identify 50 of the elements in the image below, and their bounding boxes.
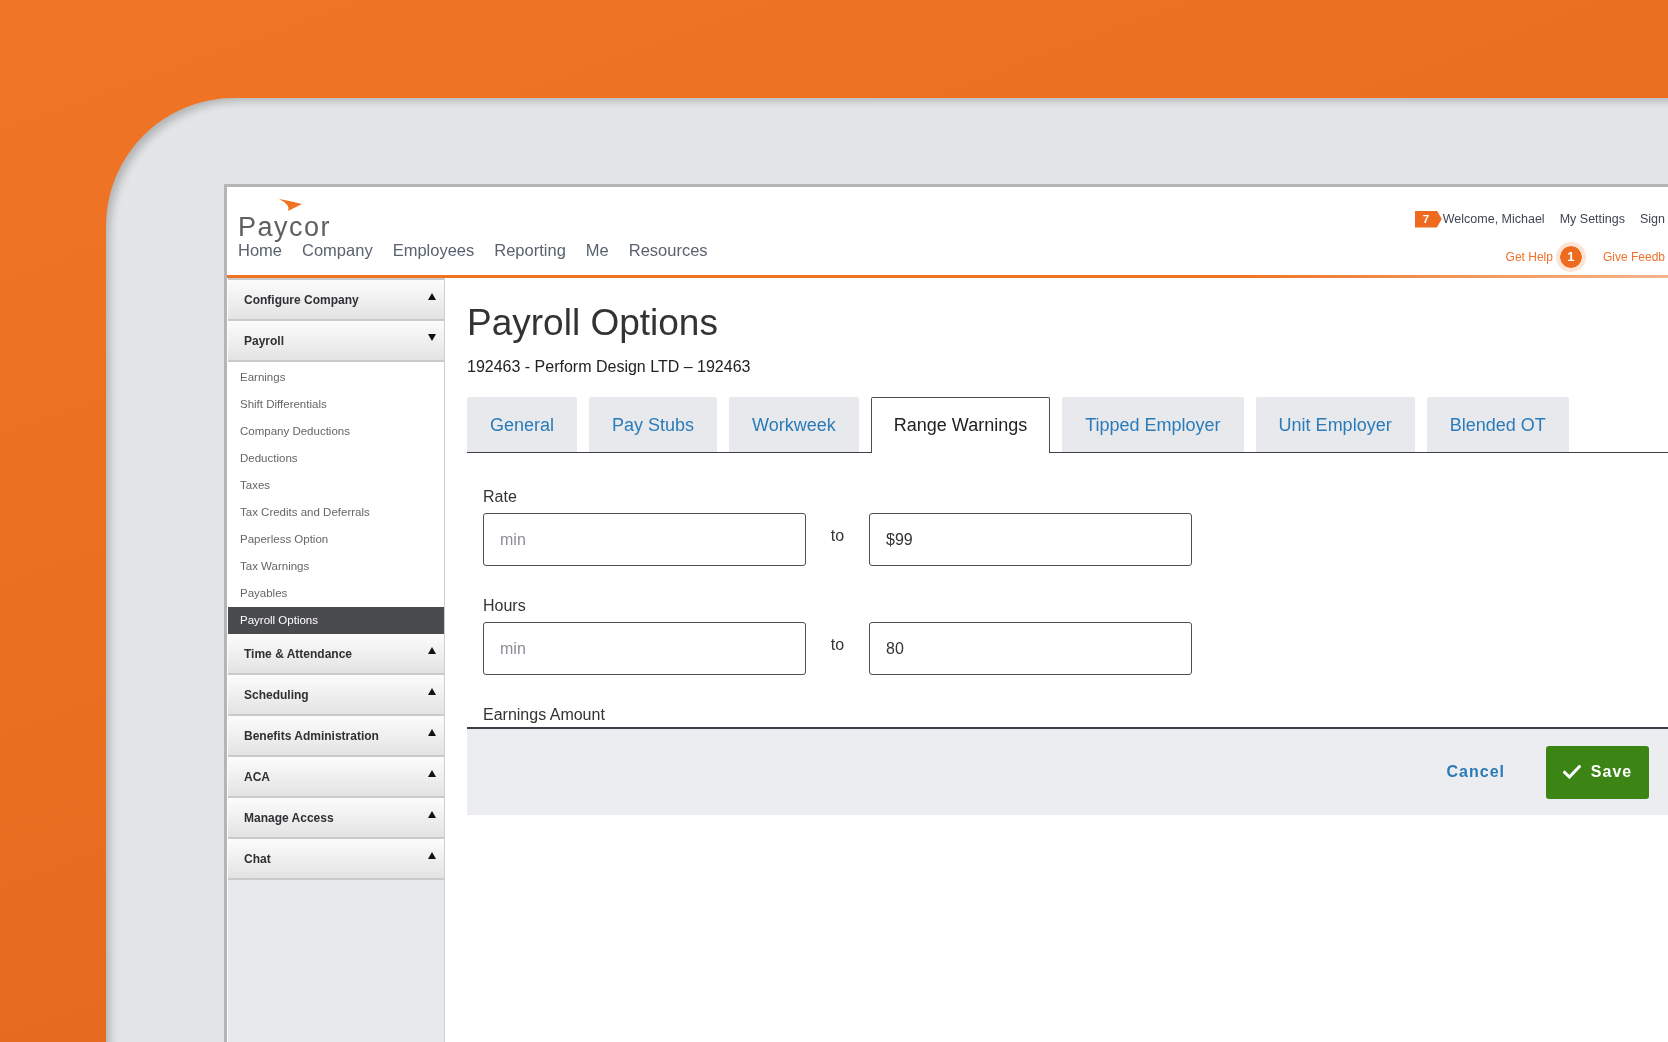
tab[interactable]: General — [467, 397, 578, 452]
nav-link[interactable]: Resources — [628, 240, 708, 260]
nav-link[interactable]: Me — [585, 240, 609, 260]
max-input-field[interactable]: $99 — [869, 513, 1192, 566]
sidebar-item[interactable]: Tax Warnings — [228, 553, 444, 580]
nav-link[interactable]: Reporting — [494, 240, 566, 260]
sidebar-section[interactable]: Manage Access — [228, 798, 444, 839]
sidebar-section[interactable]: Scheduling — [228, 675, 444, 716]
nav-link[interactable]: Employees — [392, 240, 475, 260]
tab[interactable]: Workweek — [729, 397, 859, 452]
min-input-field[interactable]: min — [483, 622, 806, 675]
swoosh-icon — [279, 199, 302, 211]
sidebar-item[interactable]: Payables — [228, 580, 444, 607]
header-link[interactable]: My Settings — [1559, 212, 1625, 226]
check-icon — [1562, 765, 1581, 779]
tab[interactable]: Unit Employer — [1255, 397, 1415, 452]
sidebar-section[interactable]: Benefits Administration — [228, 716, 444, 757]
range-separator: to — [829, 635, 846, 655]
field-label: Hours — [483, 596, 527, 616]
field-label: Earnings Amount — [483, 705, 606, 725]
sidebar-item[interactable]: Shift Differentials — [228, 391, 444, 418]
tab[interactable]: Range Warnings — [870, 397, 1051, 453]
tab[interactable]: Blended OT — [1426, 397, 1569, 452]
max-input-field[interactable]: 80 — [869, 622, 1192, 675]
sidebar-section[interactable]: Time & Attendance — [228, 634, 444, 675]
sidebar-item[interactable]: Tax Credits and Deferrals — [228, 499, 444, 526]
save-button[interactable]: Save — [1546, 745, 1649, 799]
sidebar-item[interactable]: Earnings — [228, 364, 444, 391]
header-link[interactable]: Sign — [1639, 212, 1665, 226]
logo-text: Paycor — [238, 211, 332, 243]
min-input-field[interactable]: min — [483, 513, 806, 566]
sidebar-item[interactable]: Company Deductions — [228, 418, 444, 445]
help-count-badge: 1 — [1555, 242, 1586, 272]
field-label: Rate — [483, 487, 518, 507]
tab[interactable]: Tipped Employer — [1062, 397, 1244, 452]
company-name: 192463 - Perform Design LTD – 192463 — [467, 357, 752, 377]
sidebar-section[interactable]: Chat — [228, 839, 444, 880]
page-title: Payroll Options — [467, 301, 719, 345]
tab[interactable]: Pay Stubs — [589, 397, 718, 452]
sidebar-section[interactable]: Configure Company — [228, 280, 444, 321]
sidebar-item[interactable]: Paperless Option — [228, 526, 444, 553]
range-separator: to — [829, 526, 846, 546]
nav-link[interactable]: Company — [302, 240, 373, 260]
sidebar-item[interactable]: Payroll Options — [228, 607, 444, 634]
sidebar-item[interactable]: Deductions — [228, 445, 444, 472]
welcome-link[interactable]: Welcome, Michael — [1442, 212, 1545, 226]
sidebar-section[interactable]: ACA — [228, 757, 444, 798]
cancel-link[interactable]: Cancel — [1446, 763, 1505, 781]
sidebar-section[interactable]: Payroll — [228, 321, 444, 362]
sidebar-item[interactable]: Taxes — [228, 472, 444, 499]
